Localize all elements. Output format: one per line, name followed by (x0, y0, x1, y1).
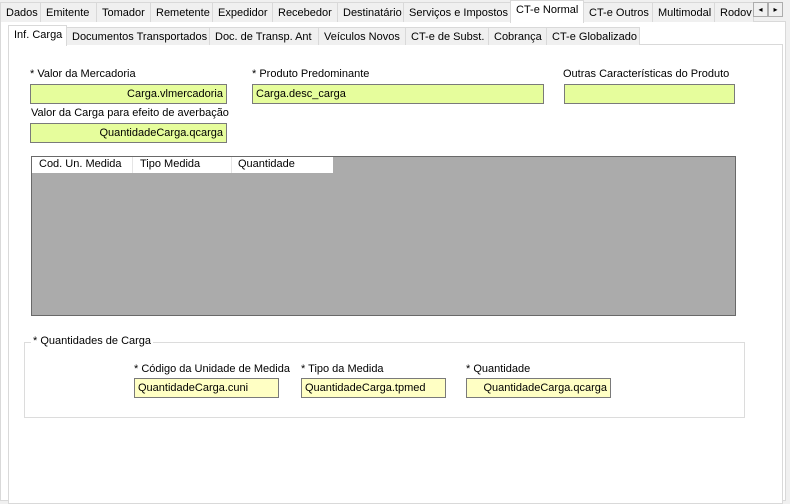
produto-predominante-label: * Produto Predominante (252, 68, 370, 80)
qcarga-field[interactable]: QuantidadeCarga.qcarga (466, 378, 611, 398)
valor-mercadoria-field[interactable]: Carga.vlmercadoria (30, 84, 227, 104)
tab-cte-normal[interactable]: CT-e Normal (510, 0, 584, 23)
tab-cte-subst[interactable]: CT-e de Subst. (405, 27, 489, 45)
tab-rodoviario[interactable]: Rodov (714, 2, 754, 22)
tab-inf-carga[interactable]: Inf. Carga (8, 25, 67, 46)
tab-scroll-right-icon[interactable]: ▸ (768, 2, 783, 17)
valor-averbacao-label: Valor da Carga para efeito de averbação (31, 107, 229, 119)
tpmed-label: * Tipo da Medida (301, 363, 384, 375)
tab-veiculos-novos[interactable]: Veículos Novos (318, 27, 406, 45)
tpmed-field[interactable]: QuantidadeCarga.tpmed (301, 378, 446, 398)
quantidades-grid[interactable]: Cod. Un. Medida Tipo Medida Quantidade (31, 156, 736, 316)
grid-header: Cod. Un. Medida Tipo Medida Quantidade (32, 157, 333, 173)
tab-servicos-impostos[interactable]: Serviços e Impostos (403, 2, 512, 22)
tab-scroll-left-icon[interactable]: ◂ (753, 2, 768, 17)
tab-emitente[interactable]: Emitente (40, 2, 97, 22)
valor-averbacao-field[interactable]: QuantidadeCarga.qcarga (30, 123, 227, 143)
tab-documentos-transportados[interactable]: Documentos Transportados (66, 27, 210, 45)
tab-destinatario[interactable]: Destinatário (337, 2, 404, 22)
cuni-field[interactable]: QuantidadeCarga.cuni (134, 378, 279, 398)
tab-recebedor[interactable]: Recebedor (272, 2, 338, 22)
qcarga-label: * Quantidade (466, 363, 531, 375)
outras-caracteristicas-label: Outras Características do Produto (563, 68, 730, 80)
grid-col-cod-un-medida[interactable]: Cod. Un. Medida (32, 157, 133, 173)
tab-cte-outros[interactable]: CT-e Outros (583, 2, 653, 22)
tab-expedidor[interactable]: Expedidor (212, 2, 273, 22)
tab-multimodal[interactable]: Multimodal (652, 2, 715, 22)
grid-col-tipo-medida[interactable]: Tipo Medida (133, 157, 232, 173)
grid-col-quantidade[interactable]: Quantidade (232, 157, 333, 173)
tab-remetente[interactable]: Remetente (150, 2, 213, 22)
tab-cobranca[interactable]: Cobrança (488, 27, 547, 45)
cuni-label: * Código da Unidade de Medida (134, 363, 290, 375)
outras-caracteristicas-field[interactable] (564, 84, 735, 104)
tab-doc-transp-ant[interactable]: Doc. de Transp. Ant (209, 27, 319, 45)
tab-dados[interactable]: Dados (0, 2, 41, 22)
produto-predominante-field[interactable]: Carga.desc_carga (252, 84, 544, 104)
tab-tomador[interactable]: Tomador (96, 2, 151, 22)
quantidades-group-title: * Quantidades de Carga (31, 335, 154, 347)
tab-cte-globalizado[interactable]: CT-e Globalizado (546, 27, 640, 45)
valor-mercadoria-label: * Valor da Mercadoria (30, 68, 136, 80)
